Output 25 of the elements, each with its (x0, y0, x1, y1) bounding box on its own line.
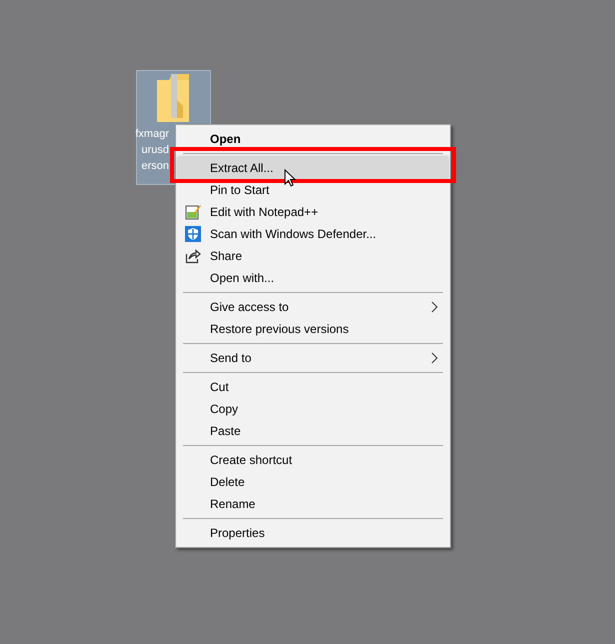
menu-item[interactable]: Open with... (178, 267, 448, 289)
menu-item[interactable]: Cut (178, 376, 448, 398)
menu-item[interactable]: Restore previous versions (178, 318, 448, 340)
menu-item[interactable]: Extract All... (178, 157, 448, 179)
file-name-text: erson (141, 159, 169, 174)
zip-folder-icon (157, 74, 189, 122)
menu-item[interactable]: Delete (178, 471, 448, 493)
menu-item[interactable]: Share (178, 245, 448, 267)
menu-item[interactable]: Copy (178, 398, 448, 420)
menu-item[interactable]: Edit with Notepad++ (178, 201, 448, 223)
menu-item[interactable]: Rename (178, 493, 448, 515)
file-name-text: fxmagr (135, 127, 169, 142)
menu-item[interactable]: Properties (178, 522, 448, 544)
menu-item[interactable]: Send to (178, 347, 448, 369)
shield-icon (185, 226, 201, 242)
menu-item[interactable]: Create shortcut (178, 449, 448, 471)
menu-item[interactable]: Scan with Windows Defender... (178, 223, 448, 245)
file-name-text: urusd (141, 143, 169, 158)
notepad-icon (185, 204, 201, 220)
menu-item[interactable]: Paste (178, 420, 448, 442)
chevron-right-icon (431, 352, 438, 364)
share-icon (185, 248, 201, 264)
chevron-right-icon (431, 301, 438, 313)
menu-item[interactable]: Give access to (178, 296, 448, 318)
mouse-pointer-icon (284, 169, 296, 187)
